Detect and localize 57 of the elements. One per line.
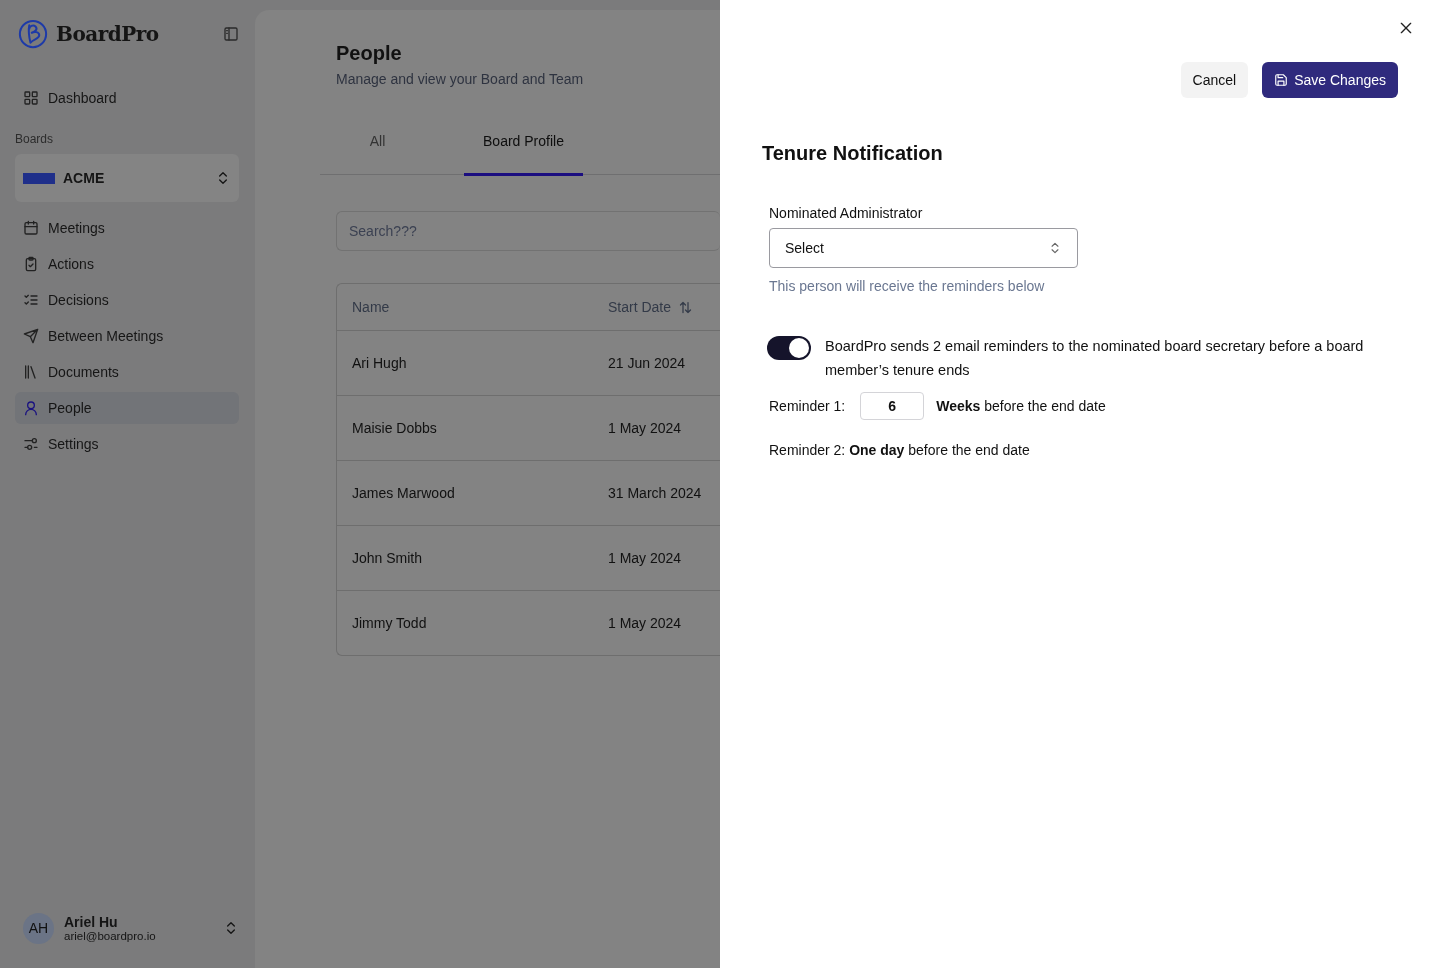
- field-hint: This person will receive the reminders below: [769, 278, 1046, 294]
- table-cell-text: Jimmy Todd: [351, 615, 428, 631]
- close-icon: [1398, 20, 1414, 36]
- table-cell-text: Ari Hugh: [351, 355, 408, 371]
- save-icon: [1274, 73, 1289, 87]
- nav-item[interactable]: Meetings: [15, 212, 239, 244]
- table-cell-text: 31 March 2024: [607, 485, 702, 501]
- logo-icon: [18, 19, 48, 49]
- weeks-input[interactable]: 6: [860, 392, 925, 420]
- nav-item[interactable]: Documents: [15, 356, 239, 388]
- table-cell-text: 21 Jun 2024: [607, 355, 686, 371]
- send-icon: [23, 328, 39, 344]
- sliders-icon: [23, 436, 39, 452]
- table-cell-text: 1 May 2024: [607, 615, 682, 631]
- nav-item[interactable]: Decisions: [15, 284, 239, 316]
- user-name: Ariel Hu: [64, 914, 119, 930]
- board-selector[interactable]: ACME: [15, 154, 239, 202]
- table-cell-text: 1 May 2024: [607, 550, 682, 566]
- books-icon: [23, 364, 39, 380]
- table-cell-text: James Marwood: [351, 485, 456, 501]
- sidebar-toggle-icon: [223, 26, 239, 42]
- field-label: Nominated Administrator: [769, 205, 924, 221]
- column-header: Name: [351, 299, 391, 315]
- table-cell-text: 1 May 2024: [607, 420, 682, 436]
- table-cell-text: John Smith: [351, 550, 424, 566]
- toggle-switch[interactable]: [767, 336, 811, 360]
- toggle-description: BoardPro sends 2 email reminders to the nominated board secretary before a board member’s tenure ends: [825, 337, 1365, 380]
- avatar: AH: [23, 912, 54, 944]
- user-email: ariel@boardpro.io: [64, 930, 157, 942]
- reminder-label: Reminder 1:: [769, 398, 846, 414]
- save-button[interactable]: Save Changes: [1262, 62, 1398, 98]
- sort-icon: [678, 299, 694, 315]
- grid-icon: [23, 90, 39, 106]
- administrator-select[interactable]: Select: [769, 228, 1078, 268]
- calendar-icon: [23, 220, 39, 236]
- tab[interactable]: All: [320, 109, 435, 176]
- clipboard-icon: [23, 256, 39, 272]
- page-title: People: [336, 42, 403, 65]
- tab[interactable]: Board Profile: [464, 109, 583, 176]
- page-subtitle: Manage and view your Board and Team: [336, 71, 585, 87]
- brand-name: BoardPro: [56, 22, 160, 46]
- nav-item[interactable]: People: [15, 392, 239, 424]
- user-icon: [23, 400, 39, 416]
- drawer-title: Tenure Notification: [762, 142, 944, 165]
- nav-item[interactable]: Settings: [15, 428, 239, 460]
- table-cell-text: Maisie Dobbs: [351, 420, 438, 436]
- cancel-button[interactable]: Cancel: [1180, 62, 1249, 98]
- column-header: Start Date: [608, 299, 672, 315]
- checklist-icon: [23, 292, 39, 308]
- reminder-text: Reminder 2: One day before the end date: [769, 442, 1031, 458]
- board-logo-icon: [23, 172, 55, 184]
- user-menu[interactable]: AH Ariel Hu ariel@boardpro.io: [15, 888, 239, 968]
- reminder-text: Weeks before the end date: [936, 398, 1106, 414]
- nav-item[interactable]: Actions: [15, 248, 239, 280]
- nav-item[interactable]: Dashboard: [15, 82, 239, 114]
- nav-item[interactable]: Between Meetings: [15, 320, 239, 352]
- section-label: Boards: [15, 132, 55, 146]
